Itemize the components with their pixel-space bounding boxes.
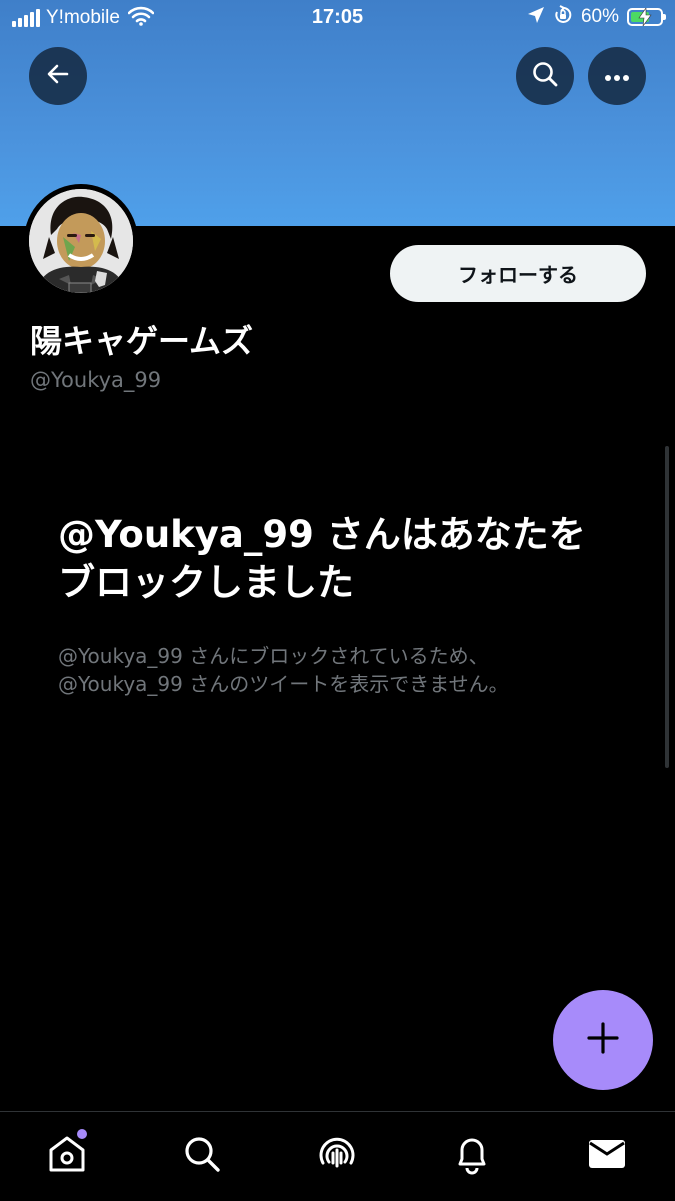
blocked-title: @Youkya_99 さんはあなたをブロックしました (58, 513, 586, 605)
handle: @Youkya_99 (30, 368, 162, 392)
mail-icon (587, 1137, 627, 1175)
tab-spaces[interactable] (315, 1134, 359, 1178)
back-button[interactable] (29, 47, 87, 105)
back-arrow-icon (45, 61, 71, 91)
tab-bar (0, 1111, 675, 1201)
battery-percent: 60% (580, 6, 619, 27)
search-icon (182, 1134, 222, 1178)
more-icon (604, 67, 630, 86)
avatar-photo (29, 189, 133, 293)
more-button[interactable] (588, 47, 646, 105)
status-bar: Y!mobile 17:05 60% (0, 0, 675, 38)
display-name: 陽キャゲームズ (30, 322, 254, 360)
avatar[interactable] (24, 184, 138, 298)
search-icon (531, 60, 559, 92)
compose-tweet-button[interactable] (553, 990, 653, 1090)
tab-search[interactable] (180, 1134, 224, 1178)
home-notification-dot (77, 1129, 87, 1139)
bell-icon (452, 1133, 492, 1179)
location-icon (527, 6, 545, 28)
spaces-icon (316, 1133, 358, 1179)
tab-messages[interactable] (585, 1134, 629, 1178)
battery-charging-icon (627, 8, 666, 26)
search-button[interactable] (516, 47, 574, 105)
tab-home[interactable] (45, 1134, 89, 1178)
blocked-description-line-1: @Youkya_99 さんにブロックされているため、 (58, 644, 489, 668)
scrollbar[interactable] (665, 446, 669, 768)
orientation-lock-icon (553, 5, 573, 29)
home-icon (46, 1133, 88, 1179)
tab-notifications[interactable] (450, 1134, 494, 1178)
follow-button[interactable]: フォローする (390, 245, 646, 302)
blocked-description-line-2: @Youkya_99 さんのツイートを表示できません。 (58, 672, 509, 696)
plus-icon (586, 1021, 620, 1059)
blocked-description: @Youkya_99 さんにブロックされているため、 @Youkya_99 さん… (58, 642, 628, 698)
